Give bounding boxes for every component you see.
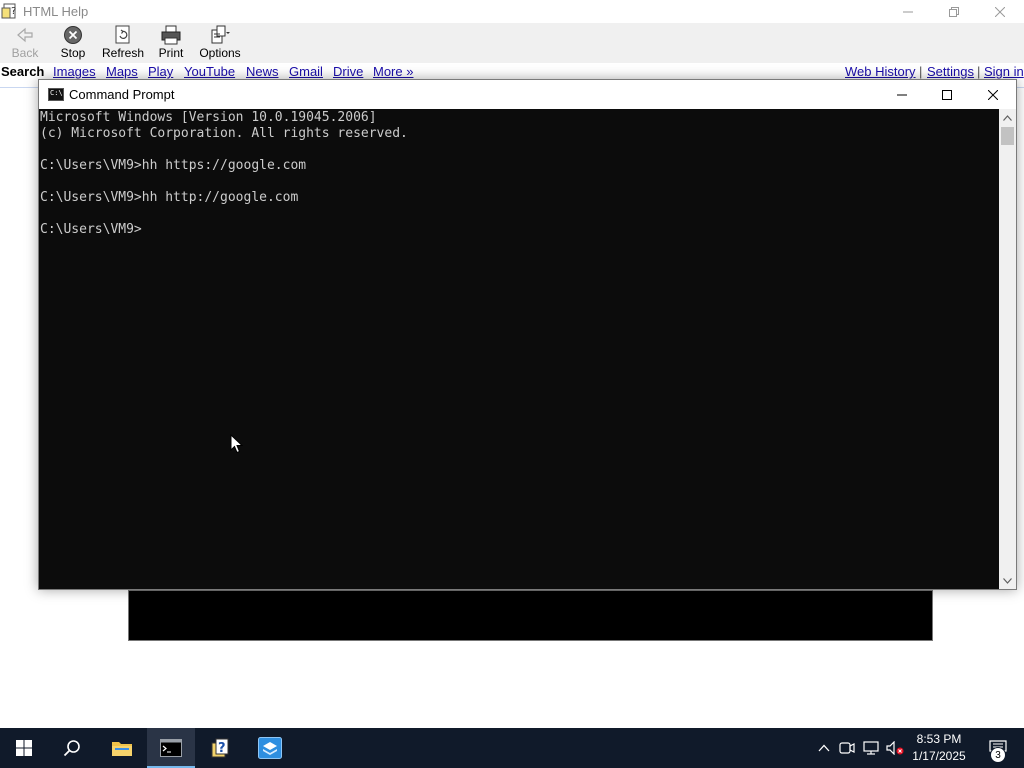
refresh-button[interactable]: Refresh	[102, 25, 144, 63]
separator: |	[977, 64, 981, 79]
minimize-button[interactable]	[879, 80, 925, 109]
restore-icon	[949, 6, 959, 17]
news-link[interactable]: News	[246, 64, 279, 79]
network-icon	[863, 741, 879, 755]
minimize-icon	[897, 94, 907, 95]
notification-count-badge: 3	[990, 747, 1006, 763]
web-history-link[interactable]: Web History	[845, 64, 916, 79]
print-button[interactable]: Print	[158, 25, 184, 63]
command-prompt-icon	[160, 739, 182, 757]
clock-date: 1/17/2025	[912, 749, 966, 763]
more-link[interactable]: More »	[373, 64, 413, 79]
html-help-toolbar: Back Stop Refresh Print Options	[0, 23, 1024, 63]
chevron-up-icon	[818, 744, 830, 752]
command-prompt-window: C:\ Command Prompt Microsoft Windows [Ve…	[38, 79, 1017, 590]
page-black-region	[128, 590, 933, 641]
minimize-icon	[903, 11, 913, 12]
maximize-button[interactable]	[924, 80, 970, 109]
console-line: Microsoft Windows [Version 10.0.19045.20…	[40, 110, 377, 125]
meet-now-icon	[839, 742, 855, 754]
volume-button[interactable]	[886, 739, 904, 757]
search-link[interactable]: Search	[1, 64, 44, 79]
play-link[interactable]: Play	[148, 64, 173, 79]
system-clock[interactable]: 8:53 PM 1/17/2025	[905, 731, 973, 765]
console-line: C:\Users\VM9>hh http://google.com	[40, 190, 299, 205]
minimize-button[interactable]	[885, 0, 931, 23]
back-arrow-icon	[17, 27, 33, 43]
command-prompt-icon: C:\	[48, 88, 64, 101]
options-button[interactable]: Options	[199, 25, 241, 63]
command-prompt-title: Command Prompt	[69, 87, 175, 102]
sandbox-app-icon	[258, 737, 282, 759]
file-explorer-button[interactable]	[98, 728, 146, 768]
console-line: C:\Users\VM9>	[40, 222, 142, 237]
html-help-icon: ?	[211, 738, 229, 758]
chevron-up-icon	[1003, 114, 1012, 121]
gmail-link[interactable]: Gmail	[289, 64, 323, 79]
taskbar: ? 8:53 PM 1/17/2025 3	[0, 728, 1024, 768]
close-icon	[988, 89, 998, 100]
html-help-title: HTML Help	[23, 4, 89, 19]
mouse-pointer-icon	[230, 434, 244, 454]
separator: |	[919, 64, 923, 79]
html-help-taskbar-button[interactable]: ?	[196, 728, 244, 768]
command-prompt-taskbar-button[interactable]	[147, 728, 195, 768]
chevron-down-icon	[1003, 577, 1012, 584]
desktop: ? HTML Help Back Stop Refresh Print Opti…	[0, 0, 1024, 768]
file-explorer-icon	[112, 742, 132, 756]
windows-start-icon	[16, 740, 32, 756]
console-line: (c) Microsoft Corporation. All rights re…	[40, 126, 408, 141]
close-button[interactable]	[970, 80, 1016, 109]
printer-icon	[161, 25, 181, 45]
back-button[interactable]: Back	[10, 25, 40, 63]
restore-button[interactable]	[931, 0, 977, 23]
command-prompt-titlebar[interactable]: C:\ Command Prompt	[39, 80, 1016, 109]
stop-button[interactable]: Stop	[57, 25, 89, 63]
maximize-icon	[942, 89, 952, 100]
show-hidden-icons-button[interactable]	[815, 739, 833, 757]
svg-text:?: ?	[11, 6, 16, 17]
svg-text:?: ?	[218, 741, 226, 756]
options-icon	[211, 25, 230, 44]
console-line: C:\Users\VM9>hh https://google.com	[40, 158, 307, 173]
vertical-scrollbar[interactable]	[999, 109, 1016, 589]
search-button[interactable]	[48, 728, 96, 768]
console-output[interactable]: Microsoft Windows [Version 10.0.19045.20…	[39, 109, 999, 589]
close-button[interactable]	[977, 0, 1023, 23]
network-button[interactable]	[862, 739, 880, 757]
html-help-titlebar[interactable]: ? HTML Help	[0, 0, 1024, 23]
stop-icon	[64, 26, 82, 44]
images-link[interactable]: Images	[53, 64, 96, 79]
refresh-icon	[115, 25, 130, 44]
scroll-up-button[interactable]	[999, 109, 1016, 126]
html-help-app-icon: ?	[1, 3, 16, 19]
drive-link[interactable]: Drive	[333, 64, 363, 79]
scroll-down-button[interactable]	[999, 572, 1016, 589]
sign-in-link[interactable]: Sign in	[984, 64, 1024, 79]
volume-muted-icon	[886, 741, 904, 755]
search-icon	[63, 740, 80, 757]
sandbox-taskbar-button[interactable]	[246, 728, 294, 768]
meet-now-button[interactable]	[838, 739, 856, 757]
settings-link[interactable]: Settings	[927, 64, 974, 79]
maps-link[interactable]: Maps	[106, 64, 138, 79]
clock-time: 8:53 PM	[916, 732, 962, 746]
scrollbar-thumb[interactable]	[1001, 127, 1014, 145]
youtube-link[interactable]: YouTube	[184, 64, 235, 79]
start-button[interactable]	[0, 728, 48, 768]
close-icon	[995, 6, 1005, 17]
